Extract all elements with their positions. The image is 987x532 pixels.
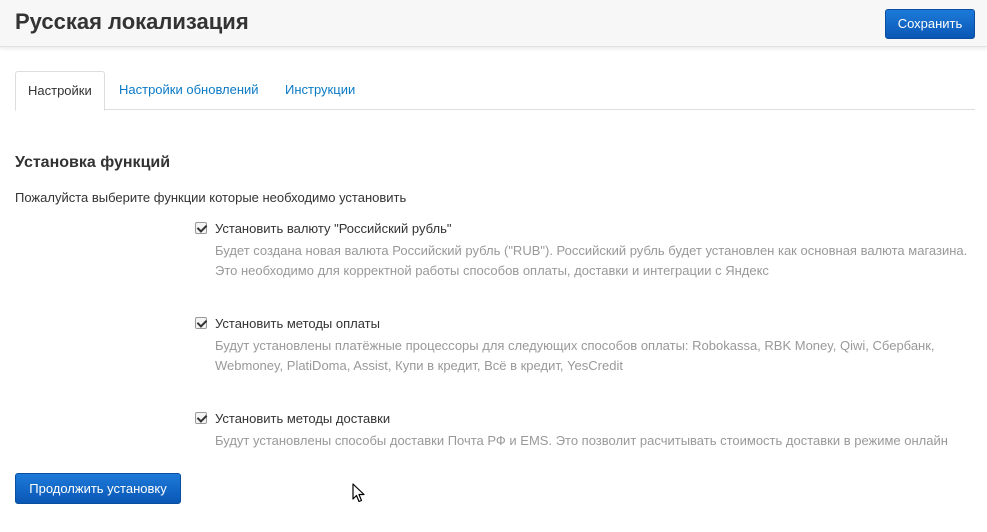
- top-bar: Русская локализация Сохранить: [0, 0, 987, 47]
- option-help: Будут установлены платёжные процессоры д…: [215, 338, 935, 373]
- delivery-methods-checkbox[interactable]: [195, 412, 207, 424]
- tab-update-settings[interactable]: Настройки обновлений: [107, 71, 271, 110]
- option-help: Будет создана новая валюта Российский ру…: [215, 243, 968, 278]
- tab-settings[interactable]: Настройки: [15, 71, 105, 111]
- continue-install-button[interactable]: Продолжить установку: [15, 473, 181, 504]
- option-label: Установить валюту "Российский рубль": [215, 221, 452, 236]
- option-help: Будут установлены способы доставки Почта…: [215, 433, 948, 448]
- save-button[interactable]: Сохранить: [885, 9, 975, 39]
- currency-checkbox[interactable]: [195, 222, 207, 234]
- page-title: Русская локализация: [15, 9, 249, 34]
- tab-instructions[interactable]: Инструкции: [273, 71, 367, 110]
- section-title: Установка функций: [15, 154, 171, 171]
- option-label: Установить методы оплаты: [215, 316, 380, 331]
- option-label: Установить методы доставки: [215, 411, 391, 426]
- mouse-cursor-icon: [352, 483, 365, 503]
- section-description: Пожалуйста выберите функции которые необ…: [15, 190, 407, 205]
- payment-methods-checkbox[interactable]: [195, 317, 207, 329]
- tab-bar: Настройки Настройки обновлений Инструкци…: [15, 71, 975, 111]
